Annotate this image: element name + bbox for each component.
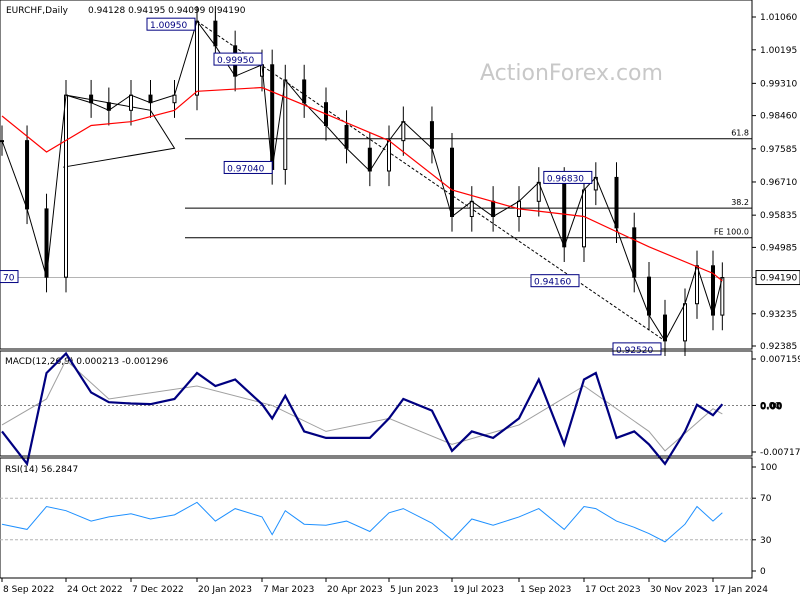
price-candle-body — [683, 303, 687, 342]
price-y-tick-label: 0.99310 — [760, 79, 797, 89]
price-candle-body — [469, 200, 474, 217]
rsi-label: RSI(14) 56.2847 — [5, 465, 78, 475]
moving-average — [1, 86, 723, 282]
price-candle-body — [213, 20, 218, 47]
price-candle-body — [663, 314, 667, 342]
price-candles — [0, 6, 725, 357]
price-y-tick-label: 0.94985 — [760, 243, 797, 253]
price-candle-body — [89, 94, 94, 104]
price-y-tick-label: 1.00195 — [760, 46, 797, 56]
price-candle-body — [367, 147, 372, 172]
price-candle-body — [283, 79, 288, 170]
macd-panel: MACD(12,26,9) 0.000213 -0.001296 0.00715… — [0, 350, 800, 467]
x-tick-label: 8 Sep 2022 — [3, 585, 54, 595]
price-candle-body — [491, 200, 496, 217]
rsi-y-tick-label: 100 — [760, 463, 777, 473]
macd-line — [1, 351, 724, 467]
x-tick-label: 1 Sep 2023 — [520, 585, 571, 595]
chart-svg: ActionForex.com EURCHF,Daily 0.94128 0.9… — [0, 0, 800, 595]
price-candle-body — [64, 94, 68, 278]
price-candle-body — [429, 121, 434, 149]
price-candle-body — [25, 140, 30, 210]
x-tick-label: 20 Apr 2023 — [327, 585, 383, 595]
macd-lines — [0, 351, 752, 467]
x-tick-label: 24 Oct 2022 — [67, 585, 123, 595]
level-label: 38.2 — [731, 198, 749, 207]
x-tick-label: 17 Oct 2023 — [585, 585, 641, 595]
price-candle-body — [401, 121, 406, 142]
price-annotation-label: 0.97040 — [227, 164, 264, 174]
price-candle-body — [450, 147, 454, 217]
x-axis: 8 Sep 2022 24 Oct 2022 7 Dec 2022 20 Jan 20… — [0, 577, 768, 595]
price-panel-frame — [0, 0, 753, 350]
price-candle-body — [695, 265, 699, 305]
rsi-panel-frame — [0, 457, 753, 579]
price-candle-body — [344, 124, 349, 149]
price-panel: ActionForex.com EURCHF,Daily 0.94128 0.9… — [0, 0, 800, 357]
price-candle-body — [129, 94, 133, 111]
price-annotation-label: 0.94160 — [534, 278, 571, 288]
price-y-tick-label: 0.97585 — [760, 145, 797, 155]
price-y-tick-label: 0.96710 — [760, 178, 797, 188]
x-tick-label: 7 Mar 2023 — [263, 585, 314, 595]
rsi-y-axis: 100 70 30 0 — [752, 463, 777, 577]
price-candle-body — [302, 79, 307, 104]
rsi-y-tick-label: 0 — [760, 567, 766, 577]
price-candle-body — [172, 94, 177, 104]
price-candle-body — [582, 189, 586, 248]
price-y-tick-label: 1.01060 — [760, 13, 797, 23]
x-tick-label: 17 Jan 2024 — [714, 585, 768, 595]
triangle-pattern — [63, 94, 176, 168]
price-candle-body — [614, 176, 619, 229]
x-tick-label: 5 Jun 2023 — [390, 585, 438, 595]
chart-root: ActionForex.com EURCHF,Daily 0.94128 0.9… — [0, 0, 800, 600]
price-annotation-label: 0.96830 — [547, 174, 584, 184]
price-candle-body — [387, 140, 391, 172]
price-y-tick-label: 0.93235 — [760, 310, 797, 320]
x-tick-label: 7 Dec 2022 — [132, 585, 184, 595]
price-annotation-label: 1.00950 — [150, 21, 187, 31]
watermark: ActionForex.com — [480, 61, 663, 86]
chart-title: EURCHF,Daily — [6, 6, 69, 16]
last-price-label: 0.94190 — [760, 274, 797, 284]
macd-y-tick-label: -0.007173 — [760, 448, 800, 458]
price-candle-body — [632, 227, 637, 278]
x-tick-label: 20 Jan 2023 — [198, 585, 252, 595]
price-annotation-label: 0.99950 — [217, 56, 254, 66]
price-y-axis: 1.01060 1.00195 0.99310 0.98460 0.97585 0.967… — [752, 13, 800, 352]
macd-y-axis: 0.0071590.00-0.0071730.000.00 — [752, 355, 800, 458]
price-candle-body — [195, 20, 199, 96]
rsi-panel: RSI(14) 56.2847 100 70 30 0 — [0, 457, 777, 579]
x-tick-label: 30 Nov 2023 — [650, 585, 708, 595]
level-label: FE 100.0 — [714, 228, 749, 237]
level-label: 61.8 — [731, 129, 749, 138]
price-y-tick-label: 0.95835 — [760, 211, 797, 221]
price-y-tick-label: 0.92385 — [760, 342, 797, 352]
x-tick-label: 19 Jul 2023 — [453, 585, 504, 595]
price-annotation-label: 70 — [3, 274, 15, 284]
rsi-lines — [0, 497, 752, 543]
price-levels: 61.8 38.2 FE 100.0 — [0, 129, 752, 279]
moving-average-line — [1, 86, 723, 282]
price-y-tick-label: 0.98460 — [760, 112, 797, 122]
price-candle-body — [148, 94, 153, 104]
macd-current-value: 0.00 — [760, 402, 782, 412]
rsi-y-tick-label: 70 — [760, 494, 772, 504]
rsi-line — [1, 501, 723, 543]
macd-label: MACD(12,26,9) 0.000213 -0.001296 — [5, 357, 168, 367]
price-candle-body — [647, 276, 651, 316]
rsi-y-tick-label: 30 — [760, 536, 772, 546]
ohlc-readout: 0.94128 0.94195 0.94099 0.94190 — [88, 6, 246, 16]
macd-y-tick-label: 0.007159 — [760, 355, 800, 365]
